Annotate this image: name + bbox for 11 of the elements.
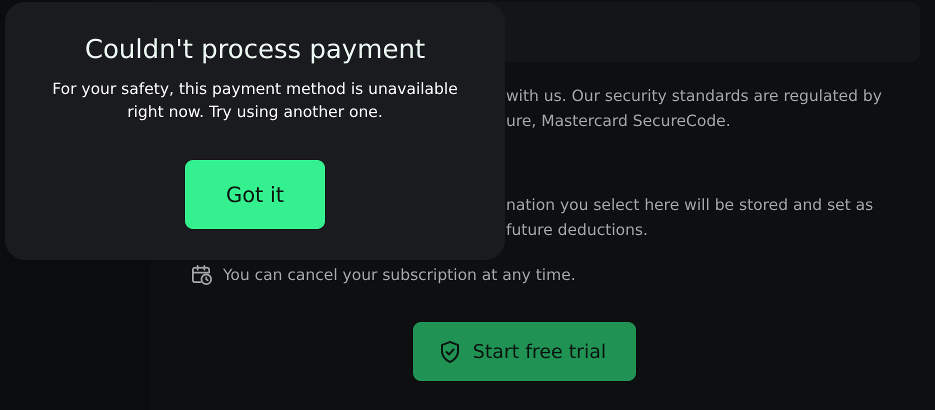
- shield-check-icon: [438, 340, 461, 364]
- description-text: ure, Mastercard SecureCode.: [506, 111, 732, 132]
- cancel-note: You can cancel your subscription at any time.: [223, 266, 576, 284]
- dialog-message: For your safety, this payment method is unavailable right now. Try using another one.: [51, 79, 459, 123]
- start-free-trial-button[interactable]: Start free trial: [412, 322, 636, 381]
- calendar-clock-icon: [190, 263, 213, 286]
- description-text: nation you select here will be stored and set as: [506, 195, 874, 216]
- description-text: future deductions.: [506, 220, 649, 241]
- dialog-title: Couldn't process payment: [84, 34, 426, 67]
- got-it-button[interactable]: Got it: [185, 160, 325, 229]
- description-text: with us. Our security standards are regulated by: [506, 86, 883, 107]
